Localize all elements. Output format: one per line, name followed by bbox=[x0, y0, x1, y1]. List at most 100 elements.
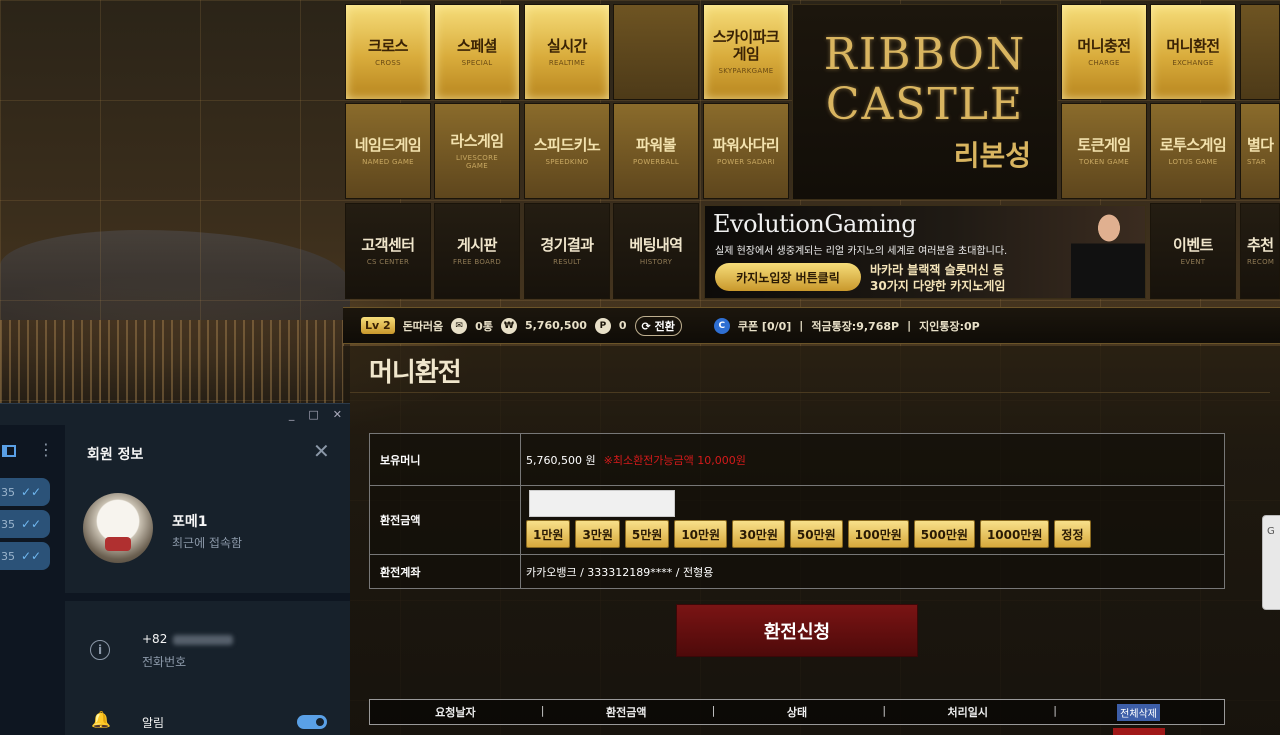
nav-cs-center[interactable]: 고객센터 CS CENTER bbox=[345, 203, 431, 299]
nav-free-board[interactable]: 게시판 FREE BOARD bbox=[434, 203, 520, 299]
convert-button[interactable]: ⟳ 전환 bbox=[634, 315, 682, 336]
phone-label: 전화번호 bbox=[142, 655, 187, 669]
amount-50k-button[interactable]: 5만원 bbox=[624, 520, 670, 548]
nav-skypark[interactable]: 스카이파크게임 SKYPARKGAME bbox=[703, 4, 789, 100]
col-status: 상태 bbox=[712, 704, 883, 720]
message-count[interactable]: 0통 bbox=[475, 318, 493, 334]
more-options-icon[interactable]: ⋮ bbox=[38, 440, 54, 459]
amount-value-cell: 1만원 3만원 5만원 10만원 30만원 50만원 100만원 500만원 1… bbox=[521, 486, 1224, 554]
nav-realtime[interactable]: 실시간 REALTIME bbox=[524, 4, 610, 100]
friend-balance[interactable]: 지인통장:0P bbox=[919, 318, 980, 334]
nav-livescore-game[interactable]: 라스게임 LIVESCORE GAME bbox=[434, 103, 520, 199]
mail-icon[interactable]: ✉ bbox=[451, 317, 468, 334]
message-bubble[interactable]: 35 ✓✓ bbox=[0, 478, 50, 506]
amount-30k-button[interactable]: 3만원 bbox=[575, 520, 620, 548]
history-table-header: 요청날자 환전금액 상태 처리일시 전체삭제 bbox=[369, 699, 1225, 725]
col-request-date: 요청날자 bbox=[435, 706, 476, 719]
double-check-icon: ✓✓ bbox=[21, 485, 42, 499]
close-icon[interactable]: ✕ bbox=[313, 439, 330, 463]
account-label: 환전계좌 bbox=[370, 555, 521, 588]
nav-exchange[interactable]: 머니환전 EXCHANGE bbox=[1150, 4, 1236, 100]
site-logo[interactable]: RIBBON CASTLE 리본성 bbox=[792, 4, 1058, 200]
info-icon: i bbox=[90, 640, 110, 660]
exchange-form: 보유머니 5,760,500 원 ※최소환전가능금액 10,000원 환전금액 … bbox=[369, 433, 1225, 589]
avatar[interactable] bbox=[83, 493, 153, 563]
notifications-toggle[interactable] bbox=[297, 715, 327, 729]
side-floating-tab[interactable]: G bbox=[1262, 515, 1280, 610]
divider: | bbox=[907, 319, 912, 332]
amount-10k-button[interactable]: 1만원 bbox=[526, 520, 571, 548]
message-bubble[interactable]: 35 ✓✓ bbox=[0, 542, 50, 570]
level-badge: Lv 2 bbox=[361, 317, 395, 334]
divider: | bbox=[799, 319, 804, 332]
last-seen-status: 최근에 접속함 bbox=[172, 536, 243, 550]
page-title: 머니환전 bbox=[369, 358, 462, 388]
amount-500k-button[interactable]: 50만원 bbox=[789, 520, 843, 548]
chat-column: ⋮ 35 ✓✓ 35 ✓✓ 35 ✓✓ bbox=[0, 425, 65, 735]
nav-special[interactable]: 스페셜 SPECIAL bbox=[434, 4, 520, 100]
title-divider bbox=[350, 392, 1270, 393]
nav-charge[interactable]: 머니충전 CHARGE bbox=[1061, 4, 1147, 100]
amount-row: 환전금액 1만원 3만원 5만원 10만원 30만원 50만원 100만원 50… bbox=[370, 486, 1224, 555]
message-bubble[interactable]: 35 ✓✓ bbox=[0, 510, 50, 538]
nav-event[interactable]: 이벤트 EVENT bbox=[1150, 203, 1236, 299]
amount-10m-button[interactable]: 1000만원 bbox=[979, 520, 1050, 548]
maximize-icon[interactable]: □ bbox=[308, 408, 318, 421]
minimize-icon[interactable]: _ bbox=[289, 408, 295, 421]
balance-row: 보유머니 5,760,500 원 ※최소환전가능금액 10,000원 bbox=[370, 434, 1224, 486]
nav-speedkino[interactable]: 스피드키노 SPEEDKINO bbox=[524, 103, 610, 199]
phone-number[interactable]: +82 bbox=[142, 632, 234, 646]
window-close-icon[interactable]: ✕ bbox=[333, 408, 342, 421]
nav-cross[interactable]: 크로스 CROSS bbox=[345, 4, 431, 100]
balance-label: 보유머니 bbox=[370, 434, 521, 485]
nav-history[interactable]: 베팅내역 HISTORY bbox=[613, 203, 699, 299]
amount-300k-button[interactable]: 30만원 bbox=[732, 520, 785, 548]
nav-token-game[interactable]: 토큰게임 TOKEN GAME bbox=[1061, 103, 1147, 199]
nav-power-sadari[interactable]: 파워사다리 POWER SADARI bbox=[703, 103, 789, 199]
amount-5m-button[interactable]: 500만원 bbox=[913, 520, 975, 548]
side-tab-icon: G bbox=[1267, 526, 1275, 537]
balance-value: 5,760,500 원 bbox=[526, 453, 596, 467]
window-titlebar: _ □ ✕ bbox=[0, 404, 350, 424]
nav-result[interactable]: 경기결과 RESULT bbox=[524, 203, 610, 299]
nav-blank-tile bbox=[613, 4, 699, 100]
notifications-label: 알림 bbox=[142, 716, 165, 730]
amount-buttons: 1만원 3만원 5만원 10만원 30만원 50만원 100만원 500만원 1… bbox=[526, 520, 1224, 548]
messenger-window: _ □ ✕ ⋮ 35 ✓✓ 35 ✓✓ 35 ✓✓ 회원 정보 ✕ 포메1 최근에 접… bbox=[0, 403, 350, 735]
double-check-icon: ✓✓ bbox=[21, 549, 42, 563]
double-check-icon: ✓✓ bbox=[21, 517, 42, 531]
amount-input[interactable] bbox=[529, 490, 675, 517]
casino-enter-button[interactable]: 카지노입장 버튼클릭 bbox=[715, 263, 861, 291]
savings-balance[interactable]: 적금통장:9,768P bbox=[811, 318, 899, 334]
nav-recommend[interactable]: 추천 RECOM bbox=[1240, 203, 1280, 299]
evolution-gaming-banner[interactable]: EvolutionGaming 실제 현장에서 생중계되는 리얼 카지노의 세계… bbox=[704, 205, 1146, 299]
coupon-count[interactable]: 쿠폰 [0/0] bbox=[738, 318, 791, 334]
points-icon: P bbox=[594, 317, 611, 334]
panel-title: 회원 정보 bbox=[87, 447, 144, 463]
bell-icon: 🔔 bbox=[91, 710, 111, 729]
col-amount: 환전금액 bbox=[541, 704, 712, 720]
sidebar-toggle-icon[interactable] bbox=[2, 445, 16, 457]
main-nav: 크로스 CROSS 스페셜 SPECIAL 실시간 REALTIME 스카이파크… bbox=[343, 0, 1280, 300]
money-balance: 5,760,500 bbox=[524, 319, 587, 332]
contact-name: 포메1 bbox=[172, 514, 208, 530]
section-divider bbox=[65, 593, 350, 601]
amount-100k-button[interactable]: 10만원 bbox=[674, 520, 728, 548]
nav-lotus-game[interactable]: 로투스게임 LOTUS GAME bbox=[1150, 103, 1236, 199]
balance-value-cell: 5,760,500 원 ※최소환전가능금액 10,000원 bbox=[521, 434, 1224, 485]
username: 돈따러옴 bbox=[402, 319, 444, 333]
exchange-submit-button[interactable]: 환전신청 bbox=[676, 604, 918, 657]
amount-1m-button[interactable]: 100만원 bbox=[847, 520, 909, 548]
user-status-bar: Lv 2 돈따러옴 ✉ 0통 ₩ 5,760,500 P 0 ⟳ 전환 C 쿠폰… bbox=[343, 307, 1280, 344]
nav-star-game[interactable]: 별다 STAR bbox=[1240, 103, 1280, 199]
account-row: 환전계좌 카카오뱅크 / 333312189**** / 전형용 bbox=[370, 555, 1224, 588]
row-action-button[interactable] bbox=[1113, 728, 1165, 735]
nav-named-game[interactable]: 네임드게임 NAMED GAME bbox=[345, 103, 431, 199]
reset-button[interactable]: 정정 bbox=[1054, 520, 1091, 548]
dealer-image bbox=[1071, 206, 1145, 298]
col-processed-date: 처리일시 bbox=[882, 704, 1053, 720]
delete-all-button[interactable]: 전체삭제 bbox=[1117, 703, 1160, 721]
amount-label: 환전금액 bbox=[370, 486, 521, 554]
nav-powerball[interactable]: 파워볼 POWERBALL bbox=[613, 103, 699, 199]
coupon-icon: C bbox=[713, 317, 730, 334]
